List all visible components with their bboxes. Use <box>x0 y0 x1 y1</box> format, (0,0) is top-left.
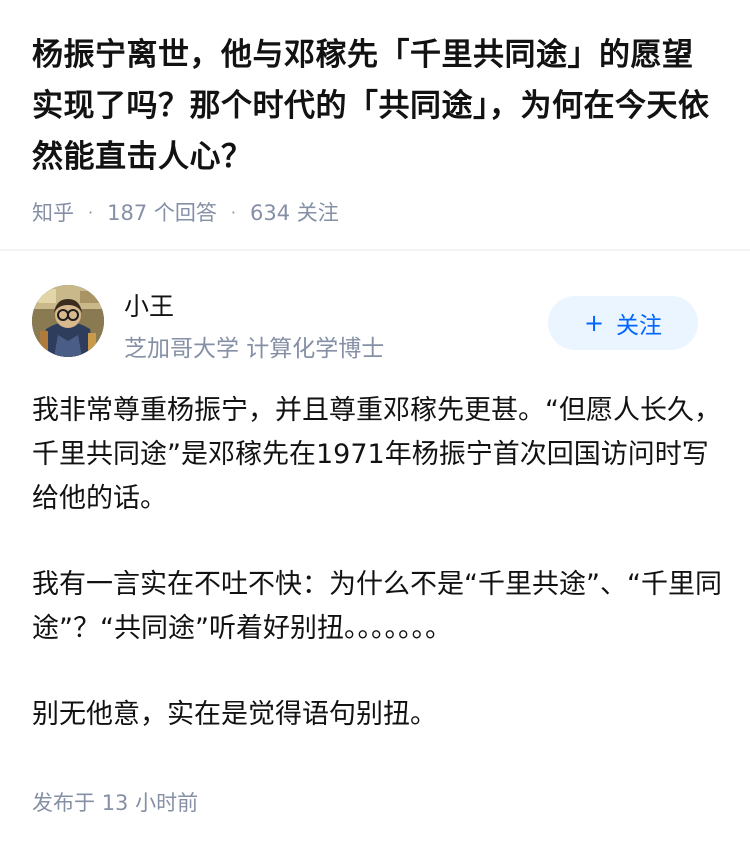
followers-count-value: 634 <box>249 201 291 225</box>
source-label[interactable]: 知乎 <box>32 197 74 227</box>
question-title[interactable]: 杨振宁离世，他与邓稼先「千里共同途」的愿望实现了吗？那个时代的「共同途」，为何在… <box>32 30 722 183</box>
posted-label: 发布于 <box>32 791 95 815</box>
answer-paragraph: 我有一言实在不吐不快：为什么不是“千里共途”、“千里同途”？“共同途”听着好别扭… <box>32 569 722 644</box>
follow-button[interactable]: + 关注 <box>548 296 698 350</box>
question-meta: 知乎 · 187 个回答 · 634 关注 <box>32 197 339 227</box>
followers-count[interactable]: 634 关注 <box>250 197 339 227</box>
meta-separator: · <box>88 202 94 222</box>
author-bio: 芝加哥大学 计算化学博士 <box>124 336 385 362</box>
avatar[interactable] <box>32 285 104 357</box>
answer-content: 我非常尊重杨振宁，并且尊重邓稼先更甚。“但愿人长久，千里共同途”是邓稼先在197… <box>32 389 722 737</box>
posted-time-value: 13 小时前 <box>101 791 199 815</box>
posted-time: 发布于 13 小时前 <box>32 787 198 817</box>
answer-paragraph: 别无他意，实在是觉得语句别扭。 <box>32 699 437 730</box>
question-header: 杨振宁离世，他与邓稼先「千里共同途」的愿望实现了吗？那个时代的「共同途」，为何在… <box>32 30 722 183</box>
author-card: 小王 芝加哥大学 计算化学博士 + 关注 <box>32 285 718 365</box>
section-divider <box>0 249 750 251</box>
answers-count[interactable]: 187 个回答 <box>107 197 217 227</box>
answer-paragraph: 我非常尊重杨振宁，并且尊重邓稼先更甚。“但愿人长久，千里共同途”是邓稼先在197… <box>32 395 721 514</box>
answers-count-value: 187 <box>107 201 148 225</box>
followers-count-label: 关注 <box>296 201 339 225</box>
author-name[interactable]: 小王 <box>124 287 174 323</box>
meta-separator: · <box>230 202 236 222</box>
user-avatar-photo-icon <box>32 285 104 357</box>
answers-count-label: 个回答 <box>153 201 217 225</box>
plus-icon: + <box>583 309 605 337</box>
follow-button-label: 关注 <box>616 313 663 339</box>
